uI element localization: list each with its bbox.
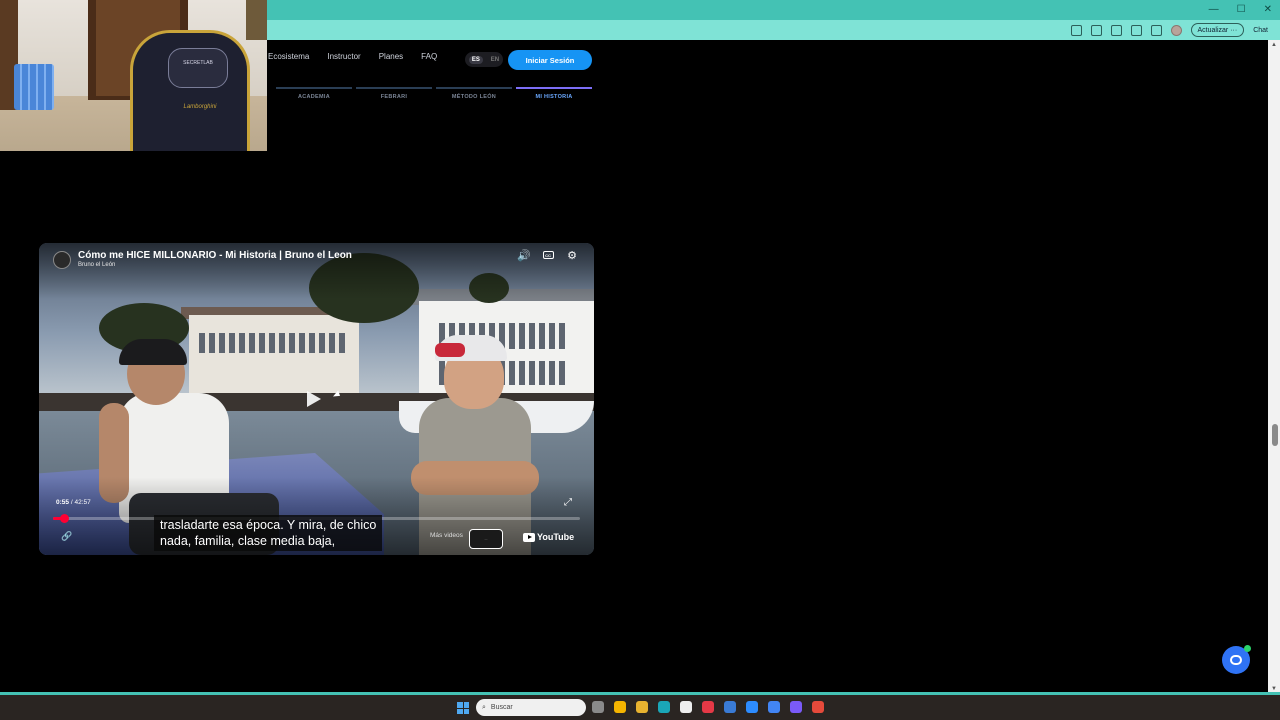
search-icon: ⌕ [482, 703, 486, 711]
extensions-icon[interactable] [1110, 24, 1122, 36]
widgets-icon[interactable] [614, 701, 626, 713]
scroll-up-icon[interactable]: ▲ [1271, 42, 1277, 48]
windows-start-icon[interactable] [457, 702, 469, 714]
chair-brand: Lamborghini [183, 104, 217, 110]
settings-gear-icon[interactable]: ⚙ [566, 249, 578, 262]
section-tabs: ACADEMIA FEBRARI MÉTODO LEÓN MI HISTORIA [276, 87, 592, 100]
taskbar-search-placeholder: Buscar [490, 704, 513, 711]
nav-faq[interactable]: FAQ [421, 52, 437, 61]
discord-icon[interactable] [790, 701, 802, 713]
maximize-icon[interactable]: ☐ [1237, 4, 1246, 15]
favorites-icon[interactable] [1130, 24, 1142, 36]
close-icon[interactable]: ✕ [1264, 4, 1272, 15]
help-icon[interactable] [724, 701, 736, 713]
chat-widget-button[interactable] [1222, 645, 1251, 674]
language-toggle[interactable]: ES EN [465, 52, 503, 67]
favorite-star-icon[interactable] [1090, 24, 1102, 36]
task-view-icon[interactable] [592, 701, 604, 713]
taskbar-search[interactable]: ⌕ Buscar [476, 699, 586, 716]
youtube-wordmark: YouTube [537, 532, 575, 542]
more-videos-label[interactable]: Más videos [430, 532, 463, 539]
lang-es[interactable]: ES [468, 55, 483, 64]
video-subtitle: trasladarte esa época. Y mira, de chico … [154, 515, 383, 551]
tab-mi-historia[interactable]: MI HISTORIA [516, 87, 592, 100]
store-icon[interactable] [680, 701, 692, 713]
minimize-icon[interactable]: — [1209, 4, 1219, 15]
youtube-logo[interactable]: YouTube [523, 532, 574, 542]
tab-febrari[interactable]: FEBRARI [356, 87, 432, 100]
webcam-chair-pillow [168, 48, 228, 88]
video-title[interactable]: Cómo me HICE MILLONARIO - Mi Historia | … [78, 250, 352, 261]
login-button[interactable]: Iniciar Sesión [508, 50, 592, 70]
webcam-picture-frame [246, 0, 267, 40]
video-player[interactable]: Cómo me HICE MILLONARIO - Mi Historia | … [39, 243, 594, 555]
subtitle-line-1: trasladarte esa época. Y mira, de chico [160, 518, 377, 532]
online-status-dot [1244, 645, 1251, 652]
webcam-water-bottles [14, 64, 54, 110]
app-red-icon[interactable] [702, 701, 714, 713]
edge-icon[interactable] [658, 701, 670, 713]
chrome-icon[interactable] [768, 701, 780, 713]
collections-icon[interactable] [1150, 24, 1162, 36]
subtitle-line-2: nada, familia, clase media baja, [160, 534, 336, 548]
captions-icon[interactable]: CC [542, 249, 554, 261]
fullscreen-icon[interactable]: ⤢ [564, 497, 576, 509]
more-videos-thumbnail[interactable]: ··· [469, 529, 503, 549]
scrollbar-thumb[interactable] [1272, 424, 1278, 446]
video-channel[interactable]: Bruno el León [78, 262, 115, 268]
tab-metodo-leon[interactable]: MÉTODO LEÓN [436, 87, 512, 100]
reading-mode-icon[interactable] [1070, 24, 1082, 36]
duration: 42:57 [74, 499, 91, 506]
update-button[interactable]: Actualizar ··· [1190, 23, 1245, 37]
window-controls: — ☐ ✕ [1209, 4, 1272, 15]
taskbar-apps [592, 701, 824, 713]
video-top-controls: 🔊 CC ⚙ [517, 249, 578, 262]
chair-logo: SECRETLAB [183, 60, 213, 66]
page-scrollbar[interactable]: ▲ ▼ [1268, 40, 1280, 694]
profile-avatar[interactable] [1170, 24, 1182, 36]
nav-ecosistema[interactable]: Ecosistema [268, 52, 309, 61]
current-time: 0:55 [56, 499, 70, 506]
lang-en[interactable]: EN [491, 57, 499, 63]
chrome-alt-icon[interactable] [812, 701, 824, 713]
file-explorer-icon[interactable] [636, 701, 648, 713]
play-icon[interactable] [307, 391, 321, 407]
link-icon[interactable]: 🔗 [61, 531, 73, 541]
webcam-overlay: SECRETLAB Lamborghini [0, 0, 267, 151]
chat-bubble-icon [1230, 655, 1242, 665]
nav-planes[interactable]: Planes [379, 52, 403, 61]
tab-academia[interactable]: ACADEMIA [276, 87, 352, 100]
youtube-play-icon [523, 532, 535, 542]
nav-instructor[interactable]: Instructor [327, 52, 360, 61]
channel-avatar[interactable] [53, 251, 71, 269]
outlook-icon[interactable] [746, 701, 758, 713]
video-time: 0:55 / 42:57 [56, 499, 91, 506]
volume-icon[interactable]: 🔊 [517, 249, 531, 262]
site-nav: Ecosistema Instructor Planes FAQ [268, 52, 437, 61]
copilot-chat-button[interactable]: Chat [1253, 27, 1268, 34]
